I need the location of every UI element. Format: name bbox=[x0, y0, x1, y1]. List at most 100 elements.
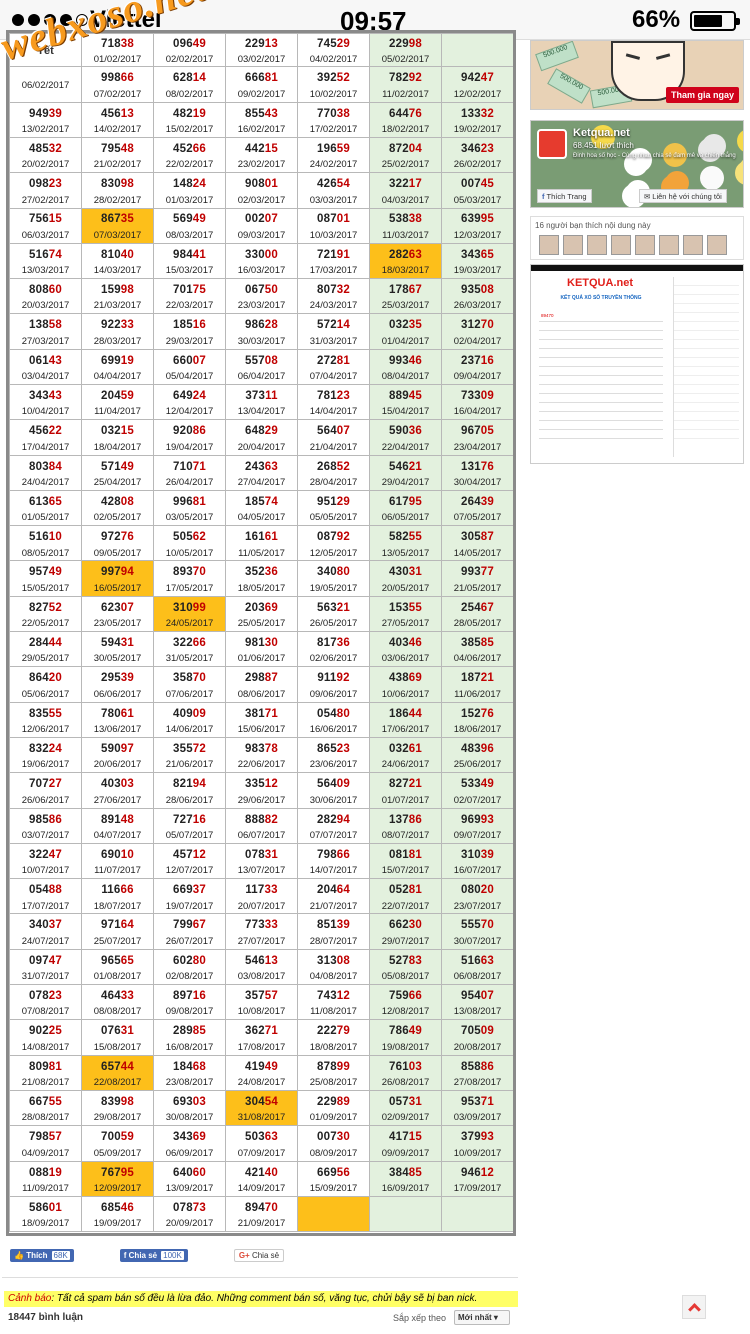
result-cell: 13332 19/02/2017 bbox=[441, 101, 513, 138]
result-cell: 78649 19/08/2017 bbox=[369, 1019, 442, 1056]
avatar[interactable] bbox=[659, 235, 679, 255]
fb-like-page-button[interactable]: f Thích Trang bbox=[537, 189, 592, 203]
table-row: 75615 06/03/2017 86735 07/03/2017 56949 08/03… bbox=[9, 207, 513, 244]
facebook-like-button[interactable]: 👍 Thích 68K bbox=[10, 1249, 74, 1262]
result-date: 09/07/2017 bbox=[453, 829, 502, 841]
result-number: 06143 bbox=[29, 354, 62, 367]
result-cell: 40346 03/06/2017 bbox=[369, 631, 442, 668]
result-number: 55570 bbox=[461, 919, 494, 932]
facebook-share-button[interactable]: f Chia sẻ 100K bbox=[119, 1249, 188, 1262]
result-cell: 55570 30/07/2017 bbox=[441, 913, 513, 950]
result-date: 03/05/2017 bbox=[165, 512, 214, 524]
result-date: 18/09/2017 bbox=[21, 1218, 70, 1230]
result-date: 19/07/2017 bbox=[165, 900, 214, 912]
result-number: 53349 bbox=[461, 778, 494, 791]
result-date: 02/08/2017 bbox=[165, 971, 214, 983]
result-cell: 38585 04/06/2017 bbox=[441, 631, 513, 668]
result-number: 07823 bbox=[29, 990, 62, 1003]
result-cell: 87899 25/08/2017 bbox=[297, 1054, 370, 1091]
result-date: 08/04/2017 bbox=[381, 371, 430, 383]
result-date: 14/07/2017 bbox=[309, 865, 358, 877]
result-date: 29/07/2017 bbox=[381, 935, 430, 947]
ad-results-lines: 89470 bbox=[539, 313, 663, 439]
avatar[interactable] bbox=[539, 235, 559, 255]
avatar[interactable] bbox=[563, 235, 583, 255]
result-number: 05480 bbox=[317, 707, 350, 720]
result-number: 58601 bbox=[29, 1201, 62, 1214]
result-number: 44215 bbox=[245, 142, 278, 155]
result-cell: 24363 27/04/2017 bbox=[225, 454, 298, 491]
ad-loto-row bbox=[674, 304, 739, 313]
result-date: 19/09/2017 bbox=[93, 1218, 142, 1230]
result-number: 93508 bbox=[461, 284, 494, 297]
result-number: 87899 bbox=[317, 1060, 350, 1073]
table-row: 45622 17/04/2017 03215 18/04/2017 92086 19/04… bbox=[9, 419, 513, 456]
fb-page-name[interactable]: Ketqua.net bbox=[573, 127, 630, 139]
scroll-to-top-button[interactable] bbox=[682, 1295, 706, 1319]
result-date: 13/05/2017 bbox=[381, 547, 430, 559]
result-cell: 35757 10/08/2017 bbox=[225, 984, 298, 1021]
result-cell: 28985 16/08/2017 bbox=[153, 1019, 226, 1056]
result-number: 18516 bbox=[173, 319, 206, 332]
result-number: 22989 bbox=[317, 1095, 350, 1108]
result-cell: 41715 09/09/2017 bbox=[369, 1125, 442, 1162]
result-date: 16/06/2017 bbox=[309, 724, 358, 736]
result-number: 38171 bbox=[245, 707, 278, 720]
avatar[interactable] bbox=[707, 235, 727, 255]
result-date: 26/06/2017 bbox=[21, 794, 70, 806]
result-date: 30/05/2017 bbox=[93, 653, 142, 665]
fb-contact-button[interactable]: ✉ Liên hệ với chúng tôi bbox=[639, 189, 727, 203]
result-date: 26/04/2017 bbox=[165, 476, 214, 488]
result-date: 10/05/2017 bbox=[165, 547, 214, 559]
result-date: 07/07/2017 bbox=[309, 829, 358, 841]
ad-result-line bbox=[539, 358, 663, 367]
avatar[interactable] bbox=[683, 235, 703, 255]
result-date: 13/08/2017 bbox=[453, 1006, 502, 1018]
ad-loto-row bbox=[674, 277, 739, 286]
result-date: 06/05/2017 bbox=[381, 512, 430, 524]
result-number: 22279 bbox=[317, 1025, 350, 1038]
gplus-label: Chia sẻ bbox=[251, 1251, 280, 1260]
result-date: 14/08/2017 bbox=[21, 1041, 70, 1053]
result-date: 11/06/2017 bbox=[454, 688, 501, 700]
result-cell: 36271 17/08/2017 bbox=[225, 1019, 298, 1056]
result-date: 18/02/2017 bbox=[381, 123, 430, 135]
result-date: 08/03/2017 bbox=[165, 229, 214, 241]
sort-select[interactable]: Mới nhất ▾ bbox=[454, 1310, 510, 1325]
table-row: 82752 22/05/2017 62307 23/05/2017 31099 24/05… bbox=[9, 595, 513, 633]
join-now-button[interactable]: Tham gia ngay bbox=[665, 87, 739, 103]
ketqua-results-ad[interactable]: KETQUA.net KẾT QUẢ XỔ SỐ TRUYỀN THỐNG 89… bbox=[530, 264, 744, 464]
result-cell: 45266 22/02/2017 bbox=[153, 136, 226, 174]
avatar[interactable] bbox=[611, 235, 631, 255]
facebook-page-widget[interactable]: Ketqua.net 68.451 lượt thích Đinh hoa số… bbox=[530, 120, 744, 208]
result-number: 83098 bbox=[101, 178, 134, 191]
avatar[interactable] bbox=[635, 235, 655, 255]
result-number: 34369 bbox=[173, 1131, 206, 1144]
result-date: 25/05/2017 bbox=[237, 618, 286, 630]
result-number: 35870 bbox=[173, 672, 206, 685]
result-number: 43031 bbox=[389, 566, 422, 579]
banner-ad-top[interactable]: 500.000 500.000 500.000 Tham gia ngay bbox=[530, 40, 744, 110]
result-cell: 34080 19/05/2017 bbox=[297, 560, 370, 597]
table-row: 06/02/2017 99866 07/02/2017 62814 08/02/2017… bbox=[9, 66, 513, 103]
result-date: 18/03/2017 bbox=[381, 265, 430, 277]
table-row: 09747 31/07/2017 96565 01/08/2017 60280 02/08… bbox=[9, 948, 513, 986]
result-number: 63995 bbox=[461, 213, 494, 226]
result-date: 07/08/2017 bbox=[21, 1006, 70, 1018]
result-cell: 45712 12/07/2017 bbox=[153, 842, 226, 880]
result-number: 22998 bbox=[389, 38, 422, 50]
ad-result-line bbox=[539, 412, 663, 421]
result-cell: 45622 17/04/2017 bbox=[9, 419, 82, 456]
result-date: 14/02/2017 bbox=[93, 123, 142, 135]
result-cell: 91192 09/06/2017 bbox=[297, 666, 370, 703]
result-date: 07/04/2017 bbox=[309, 371, 358, 383]
result-number: 11733 bbox=[245, 884, 278, 897]
result-date: 01/03/2017 bbox=[165, 194, 214, 206]
result-date: 10/03/2017 bbox=[309, 229, 358, 241]
result-date: 24/02/2017 bbox=[309, 159, 358, 171]
avatar[interactable] bbox=[587, 235, 607, 255]
result-date: 14/06/2017 bbox=[165, 724, 214, 736]
result-cell: 38485 16/09/2017 bbox=[369, 1160, 442, 1197]
ad-loto-row bbox=[674, 331, 739, 340]
google-plus-share-button[interactable]: G+ Chia sẻ bbox=[233, 1249, 285, 1262]
